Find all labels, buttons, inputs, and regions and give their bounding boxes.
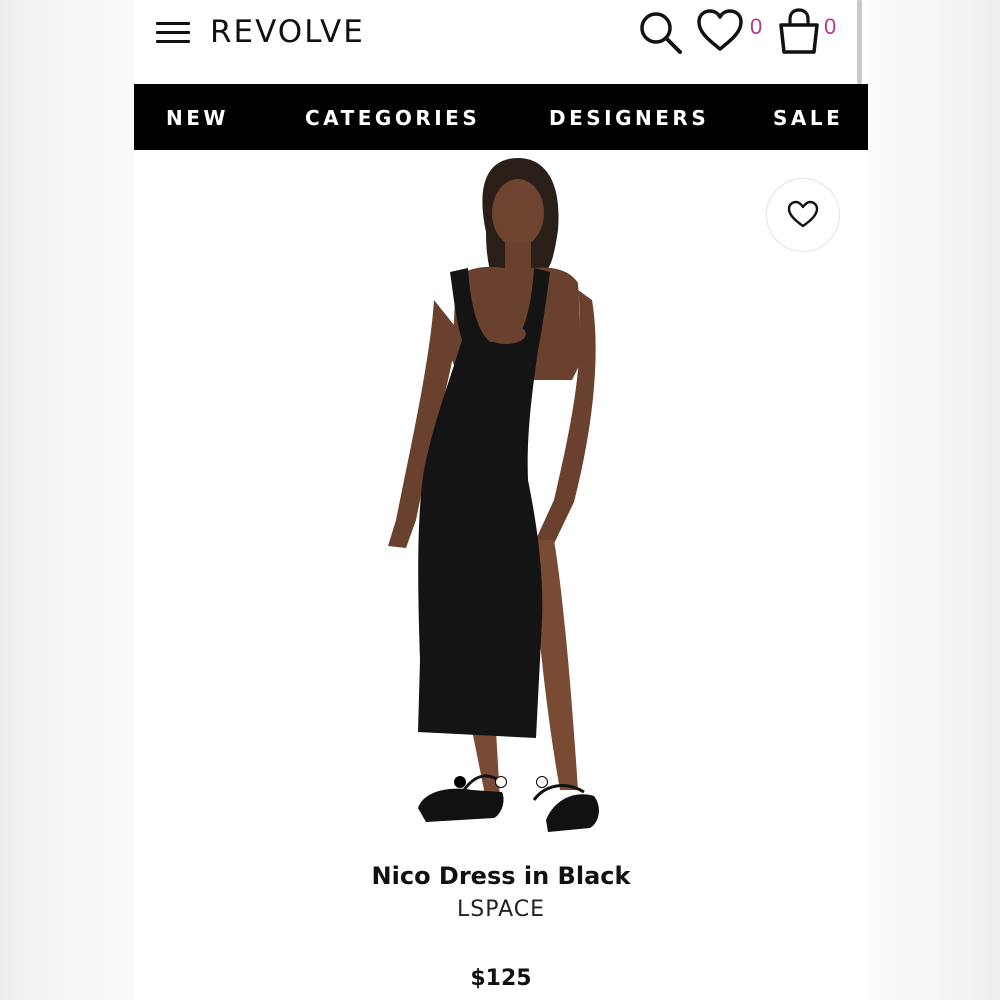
carousel-dot-2[interactable] [495, 776, 507, 788]
nav-item-categories[interactable]: CATEGORIES [305, 106, 480, 130]
nav-item-new[interactable]: NEW [166, 106, 229, 130]
nav-item-designers[interactable]: DESIGNERS [549, 106, 709, 130]
product-page: REVOLVE 0 0 NEW CATEGORIES DESIGNERS SAL… [134, 0, 868, 1000]
carousel-dot-3[interactable] [536, 776, 548, 788]
bag-count: 0 [824, 14, 837, 39]
scrollbar[interactable] [857, 0, 862, 84]
product-photo[interactable] [134, 150, 868, 850]
heart-icon[interactable] [696, 8, 744, 54]
nav-item-sale[interactable]: SALE [773, 106, 843, 130]
carousel-dot-1[interactable] [454, 776, 466, 788]
wishlist-count: 0 [750, 14, 763, 39]
menu-icon[interactable] [156, 22, 192, 46]
search-icon[interactable] [636, 8, 686, 58]
product-price: $125 [470, 966, 532, 991]
main-nav: NEW CATEGORIES DESIGNERS SALE [134, 84, 868, 150]
logo[interactable]: REVOLVE [210, 14, 365, 50]
add-to-wishlist-button[interactable] [766, 178, 840, 252]
product-title[interactable]: Nico Dress in Black [134, 862, 868, 890]
product-brand[interactable]: LSPACE [134, 897, 868, 922]
bag-icon[interactable] [774, 6, 824, 56]
header: REVOLVE 0 0 [134, 0, 868, 84]
heart-outline-icon [787, 200, 819, 228]
